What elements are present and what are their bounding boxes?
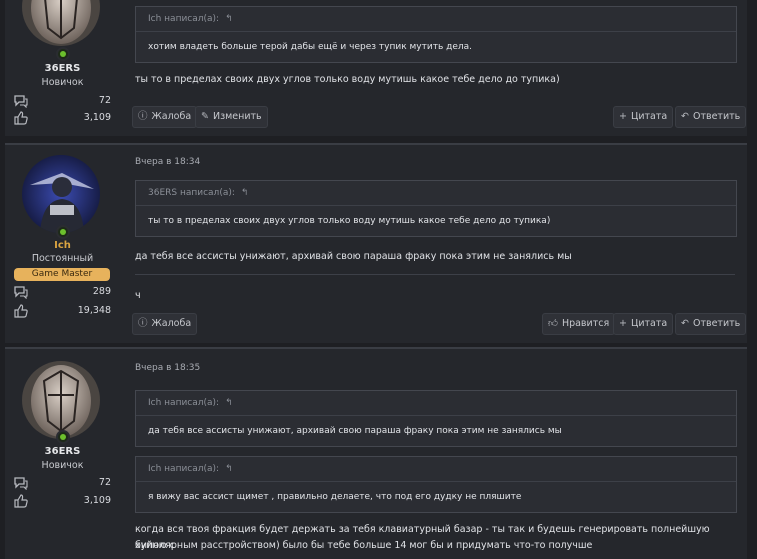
thumbs-up-icon [14,111,28,125]
reply-button[interactable]: ↶ Ответить [675,106,747,128]
user-title: Новичок [41,460,84,471]
messages-icon [14,286,28,299]
user-panel: 36ERS Новичок 72 3,109 [5,0,120,136]
quote-author[interactable]: Ich написал(а): [148,464,219,474]
quote-block: Ich написал(а): ↰ я вижу вас ассист щимет… [135,456,737,513]
quote-header[interactable]: Ich написал(а): ↰ [136,7,736,32]
message-text: да тебя все ассисты унижают, архивай сво… [135,251,572,262]
avatar[interactable] [22,0,100,46]
plus-icon: + [619,318,627,329]
report-button[interactable]: ⓘ Жалоба [132,313,198,335]
online-indicator-icon [56,47,70,61]
thumbs-up-icon: 👍︎ [548,318,558,329]
post: Ich Постоянный Game Master 289 19,348 Вч… [5,143,747,343]
reactions-stat: 3,109 [14,111,111,125]
messages-stat: 72 [14,476,111,490]
avatar-image [22,155,100,233]
reply-icon: ↶ [681,111,689,122]
reactions-count: 19,348 [77,305,111,316]
reactions-stat: 3,109 [14,494,111,508]
messages-icon [14,477,28,490]
messages-count: 72 [98,477,111,488]
reactions-count: 3,109 [83,495,111,506]
avatar-image [22,0,100,46]
messages-stat: 72 [14,94,111,108]
quote-block: 36ERS написал(а): ↰ ты то в пределах свои… [135,180,737,237]
reply-arrow-icon[interactable]: ↰ [225,14,233,24]
user-title: Новичок [41,77,84,88]
post: 36ERS Новичок 72 3,109 Вчера в 18:35 Ich… [5,347,747,559]
quote-author[interactable]: Ich написал(а): [148,398,219,408]
user-panel: 36ERS Новичок 72 3,109 [5,349,120,559]
signature-divider [135,274,735,275]
messages-count: 289 [92,286,111,297]
like-button[interactable]: 👍︎ Нравится [542,313,616,335]
user-panel: Ich Постоянный Game Master 289 19,348 [5,145,120,343]
quote-header[interactable]: Ich написал(а): ↰ [136,391,736,416]
quote-block: Ich написал(а): ↰ да тебя все ассисты уни… [135,390,737,447]
report-label: Жалоба [151,111,192,122]
like-label: Нравится [561,318,610,329]
quote-author[interactable]: Ich написал(а): [148,14,219,24]
quote-author[interactable]: 36ERS написал(а): [148,188,235,198]
quote-text: хотим владеть больше терой дабы ещё и че… [148,42,472,52]
avatar[interactable] [22,361,100,439]
plus-icon: + [619,111,627,122]
reactions-count: 3,109 [83,112,111,123]
reply-label: Ответить [692,318,741,329]
reactions-stat: 19,348 [14,304,111,318]
thumbs-up-icon [14,304,28,318]
reply-arrow-icon[interactable]: ↰ [225,464,233,474]
quote-header[interactable]: Ich написал(а): ↰ [136,457,736,482]
messages-icon [14,95,28,108]
post: 36ERS Новичок 72 3,109 Ich написал(а): ↰ … [5,0,747,136]
quote-text: ты то в пределах своих двух углов только… [148,216,551,226]
signature-text: ч [135,290,141,301]
alert-circle-icon: ⓘ [138,318,148,329]
report-label: Жалоба [151,318,192,329]
quote-text: да тебя все ассисты унижают, архивай сво… [148,426,562,436]
reply-label: Ответить [692,111,741,122]
online-indicator-icon [56,430,70,444]
quote-button[interactable]: + Цитата [613,106,674,128]
reply-arrow-icon[interactable]: ↰ [225,398,233,408]
edit-label: Изменить [212,111,262,122]
avatar[interactable] [22,155,100,233]
quote-button[interactable]: + Цитата [613,313,674,335]
alert-circle-icon: ⓘ [138,111,148,122]
online-indicator-icon [56,225,70,239]
message-text: ты то в пределах своих двух углов только… [135,74,560,85]
messages-stat: 289 [14,285,111,299]
avatar-image [22,361,100,439]
reply-button[interactable]: ↶ Ответить [675,313,747,335]
post-date[interactable]: Вчера в 18:34 [135,157,200,167]
report-button[interactable]: ⓘ Жалоба [132,106,198,128]
messages-count: 72 [98,95,111,106]
pencil-icon: ✎ [201,111,209,122]
quote-header[interactable]: 36ERS написал(а): ↰ [136,181,736,206]
reply-icon: ↶ [681,318,689,329]
username[interactable]: 36ERS [5,63,120,74]
post-date[interactable]: Вчера в 18:35 [135,363,200,373]
quote-text: я вижу вас ассист щимет , правильно дела… [148,492,522,502]
username[interactable]: Ich [5,240,120,251]
username[interactable]: 36ERS [5,446,120,457]
quote-label: Цитата [630,318,668,329]
user-title: Постоянный [31,253,94,264]
edit-button[interactable]: ✎ Изменить [195,106,268,128]
quote-block: Ich написал(а): ↰ хотим владеть больше те… [135,6,737,63]
user-badge: Game Master [14,268,110,281]
reply-arrow-icon[interactable]: ↰ [241,188,249,198]
quote-label: Цитата [630,111,668,122]
thumbs-up-icon [14,494,28,508]
